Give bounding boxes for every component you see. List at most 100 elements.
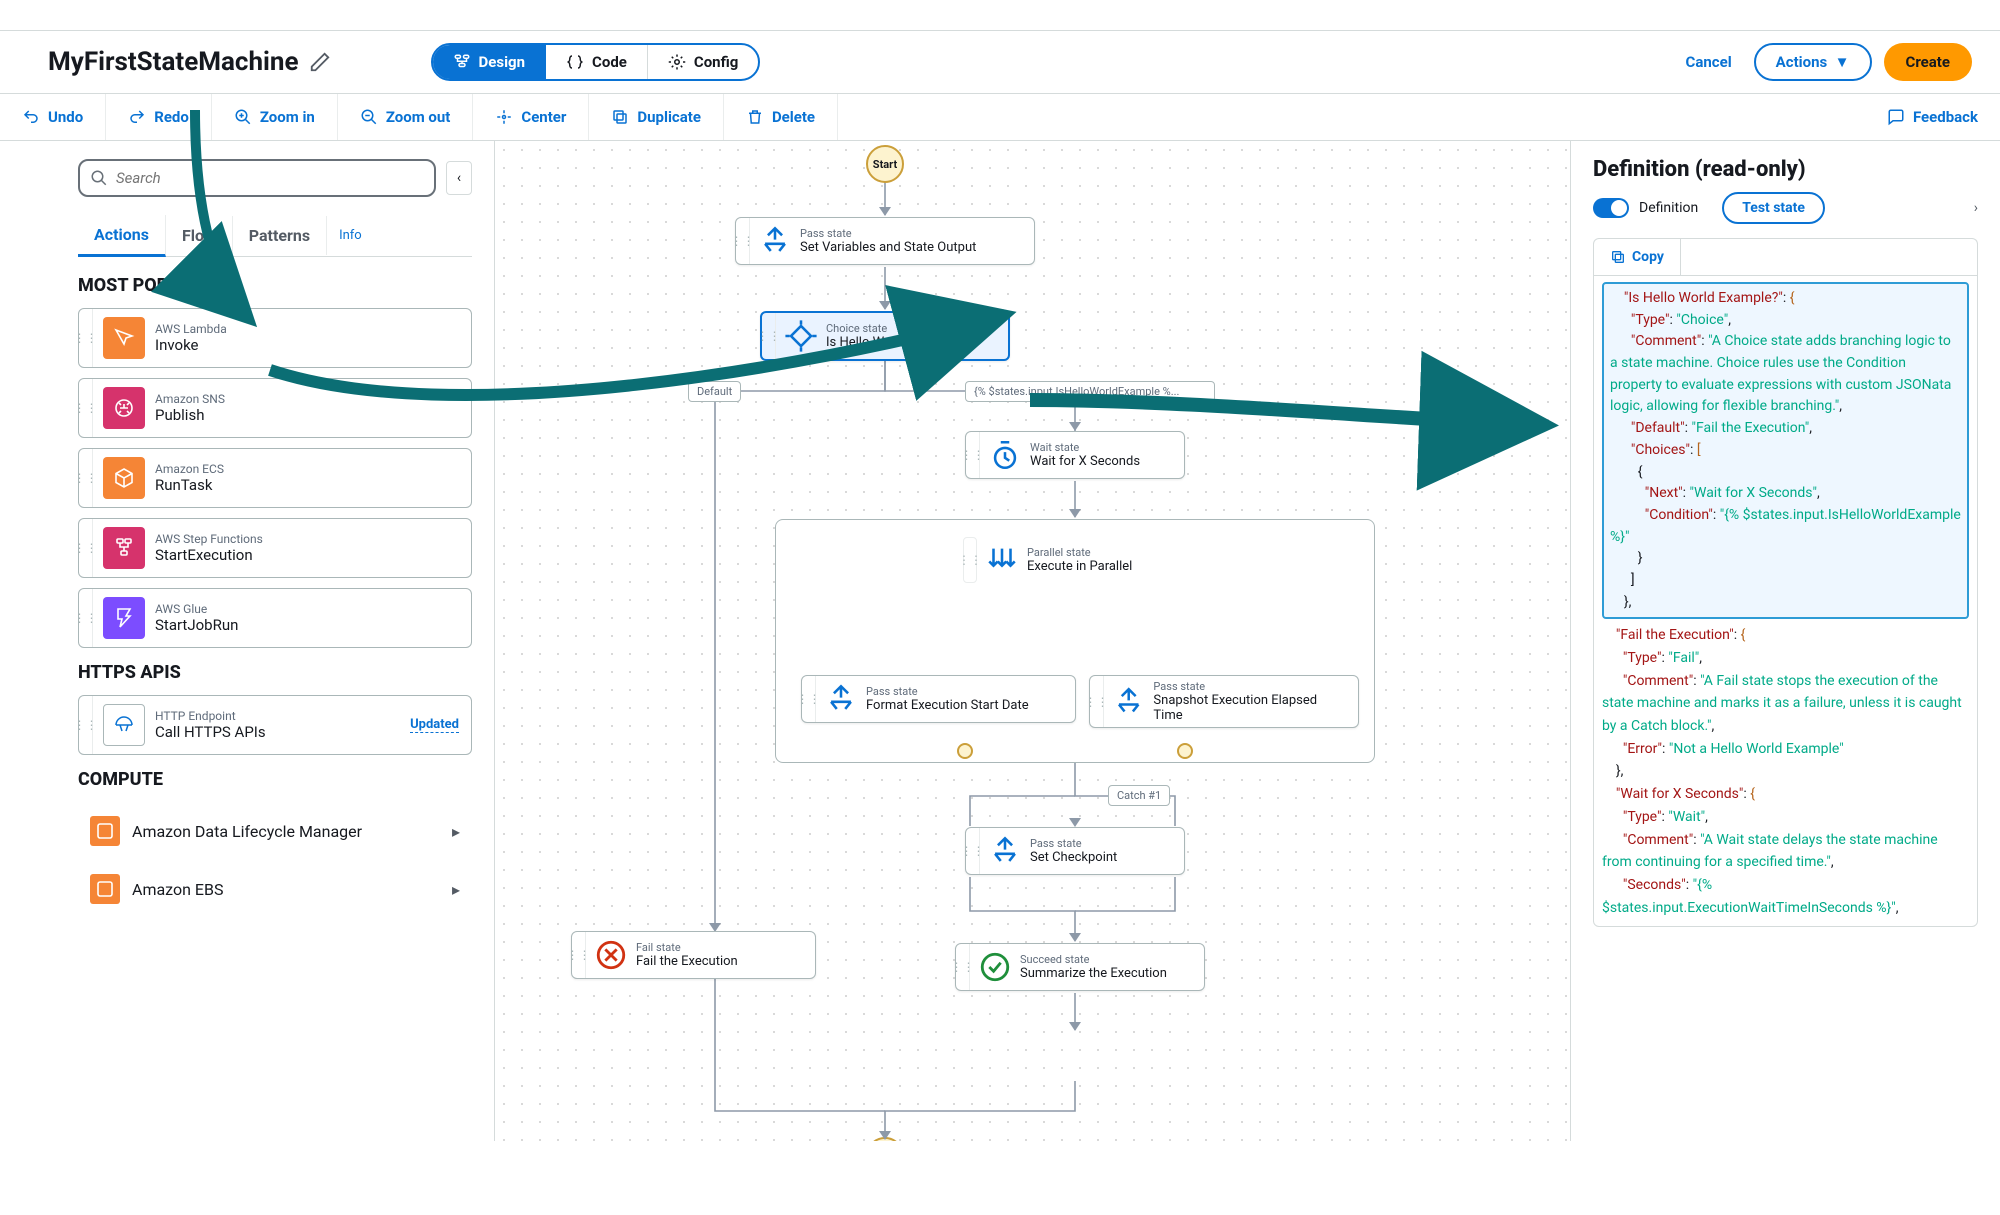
design-tab[interactable]: Design (433, 45, 547, 79)
n4-nm: Execute in Parallel (1027, 559, 1132, 574)
create-button[interactable]: Create (1884, 43, 1972, 81)
card-act: Publish (155, 406, 225, 424)
zoom-in-button[interactable]: Zoom in (212, 94, 338, 140)
n2-nm: Is Hello World Example? (826, 335, 965, 350)
grip-icon: ⋮⋮ (79, 519, 93, 577)
tab-patterns[interactable]: Patterns (233, 216, 327, 255)
action-card-3[interactable]: ⋮⋮AWS Step FunctionsStartExecution (78, 518, 472, 578)
updated-badge: Updated (410, 717, 459, 733)
default-label: Default (688, 381, 741, 402)
grip-icon: ⋮⋮ (79, 449, 93, 507)
grip-icon: ⋮⋮ (79, 309, 93, 367)
n1-nm: Set Variables and State Output (800, 240, 976, 255)
card-svc: Amazon ECS (155, 462, 224, 476)
node-format-date[interactable]: ⋮⋮Pass stateFormat Execution Start Date (801, 675, 1076, 723)
fail-icon (594, 938, 628, 972)
del-label: Delete (772, 108, 815, 126)
action-card-0[interactable]: ⋮⋮ AWS LambdaInvoke (78, 308, 472, 368)
service-icon (103, 387, 145, 429)
grip-icon: ⋮⋮ (79, 589, 93, 647)
catch-label: Catch #1 (1108, 785, 1170, 806)
node-wait[interactable]: ⋮⋮Wait stateWait for X Seconds (965, 431, 1185, 479)
http-act: Call HTTPS APIs (155, 723, 266, 741)
compute-row-1[interactable]: Amazon EBS ▸ (78, 860, 472, 918)
search-input[interactable] (78, 159, 436, 197)
pass-icon (824, 682, 858, 716)
undo-button[interactable]: Undo (0, 94, 106, 140)
feedback-button[interactable]: Feedback (1865, 94, 2000, 140)
cancel-button[interactable]: Cancel (1664, 43, 1754, 81)
toolbar: Undo Redo Zoom in Zoom out Center Duplic… (0, 94, 2000, 141)
card-act: StartJobRun (155, 616, 238, 634)
tab-flow[interactable]: Flow (166, 216, 233, 255)
card-act: Invoke (155, 336, 227, 354)
edit-title-icon[interactable] (309, 51, 331, 73)
service-icon (103, 457, 145, 499)
n1-st: Pass state (800, 227, 976, 240)
actions-label: Actions (1776, 53, 1828, 71)
info-link[interactable]: Info (339, 228, 362, 243)
zout-label: Zoom out (386, 108, 451, 126)
duplicate-button[interactable]: Duplicate (589, 94, 724, 140)
redo-button[interactable]: Redo (106, 94, 212, 140)
card-svc: AWS Glue (155, 602, 238, 616)
https-heading: HTTPS APIS (78, 662, 472, 683)
action-card-4[interactable]: ⋮⋮ AWS GlueStartJobRun (78, 588, 472, 648)
node-succeed[interactable]: ⋮⋮Succeed stateSummarize the Execution (955, 943, 1205, 991)
collapse-sidebar-button[interactable]: ‹ (446, 161, 472, 195)
card-svc: AWS Lambda (155, 322, 227, 336)
expand-panel-button[interactable]: › (1974, 200, 1978, 216)
grip-icon: ⋮⋮ (79, 379, 93, 437)
node-snapshot[interactable]: ⋮⋮Pass stateSnapshot Execution Elapsed T… (1089, 675, 1359, 728)
n7-st: Pass state (1030, 837, 1117, 850)
node-parallel[interactable]: ⋮⋮Parallel stateExecute in Parallel (963, 537, 1144, 583)
center-button[interactable]: Center (473, 94, 589, 140)
definition-toggle[interactable] (1593, 198, 1629, 218)
config-tab[interactable]: Config (648, 45, 758, 79)
node-checkpoint[interactable]: ⋮⋮Pass stateSet Checkpoint (965, 827, 1185, 875)
compute-label: Amazon EBS (132, 880, 223, 899)
n6-nm: Snapshot Execution Elapsed Time (1153, 693, 1346, 723)
compute-heading: COMPUTE (78, 769, 472, 790)
node-set-variables[interactable]: ⋮⋮Pass stateSet Variables and State Outp… (735, 217, 1035, 265)
n5-st: Pass state (866, 685, 1029, 698)
code-tab[interactable]: Code (546, 45, 648, 79)
copy-button[interactable]: Copy (1594, 239, 1681, 275)
service-icon (103, 597, 145, 639)
grip-icon: ⋮⋮ (79, 696, 93, 754)
chevron-right-icon: ▸ (452, 880, 460, 899)
compute-label: Amazon Data Lifecycle Manager (132, 822, 362, 841)
code-label: Code (592, 53, 627, 71)
popular-heading: MOST POPULAR (78, 275, 472, 296)
search-icon (90, 169, 108, 187)
action-card-1[interactable]: ⋮⋮ Amazon SNSPublish (78, 378, 472, 438)
tab-actions[interactable]: Actions (78, 215, 166, 257)
code-view[interactable]: "Is Hello World Example?": { "Type": "Ch… (1593, 275, 1978, 927)
delete-button[interactable]: Delete (724, 94, 838, 140)
service-icon (103, 317, 145, 359)
n9-st: Fail state (636, 941, 738, 954)
node-choice[interactable]: ⋮⋮Choice stateIs Hello World Example? (760, 311, 1010, 361)
test-state-button[interactable]: Test state (1722, 192, 1825, 224)
pass-icon (988, 834, 1022, 868)
card-svc: Amazon SNS (155, 392, 225, 406)
center-label: Center (521, 108, 566, 126)
n9-nm: Fail the Execution (636, 954, 738, 969)
n3-st: Wait state (1030, 441, 1140, 454)
canvas[interactable]: Start End ⋮⋮Pass stateSet Variables and … (495, 141, 1570, 1141)
n6-st: Pass state (1153, 680, 1346, 693)
actions-button[interactable]: Actions ▼ (1754, 43, 1872, 81)
search-field[interactable] (116, 169, 424, 187)
http-endpoint-card[interactable]: ⋮⋮ HTTP EndpointCall HTTPS APIs Updated (78, 695, 472, 755)
action-card-2[interactable]: ⋮⋮Amazon ECSRunTask (78, 448, 472, 508)
copy-label: Copy (1632, 249, 1664, 265)
zin-label: Zoom in (260, 108, 315, 126)
chevron-right-icon: ▸ (452, 822, 460, 841)
compute-icon (90, 816, 120, 846)
page-title: MyFirstStateMachine (48, 47, 299, 77)
card-svc: AWS Step Functions (155, 532, 263, 546)
api-icon (103, 704, 145, 746)
zoom-out-button[interactable]: Zoom out (338, 94, 474, 140)
node-fail[interactable]: ⋮⋮Fail stateFail the Execution (571, 931, 816, 979)
compute-row-0[interactable]: Amazon Data Lifecycle Manager ▸ (78, 802, 472, 860)
